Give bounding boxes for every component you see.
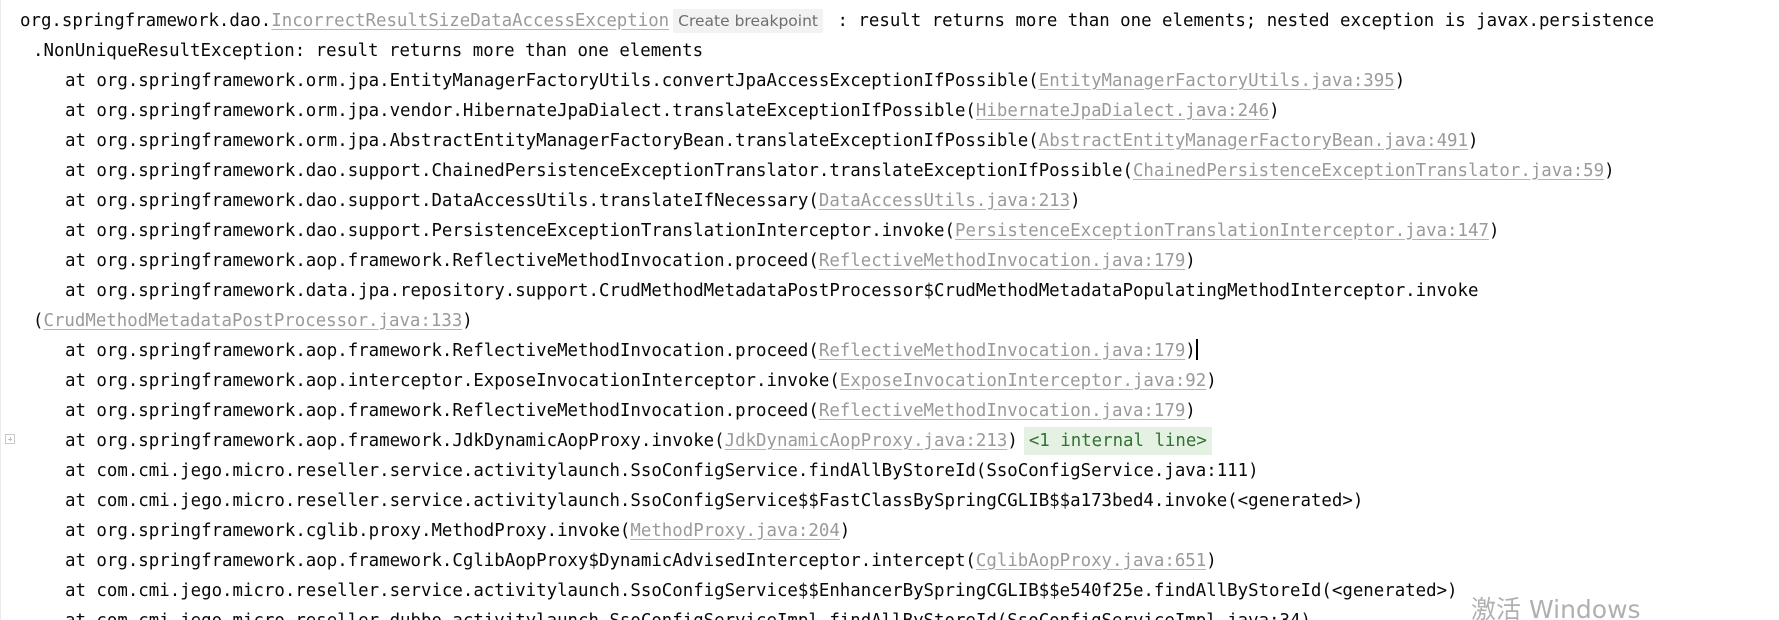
- stack-frame: at com.cmi.jego.micro.reseller.service.a…: [65, 491, 1364, 511]
- source-link[interactable]: AbstractEntityManagerFactoryBean.java:49…: [1039, 131, 1468, 151]
- source-link[interactable]: PersistenceExceptionTranslationIntercept…: [955, 221, 1489, 241]
- source-link[interactable]: MethodProxy.java:204: [630, 521, 839, 541]
- stack-frame: at com.cmi.jego.micro.reseller.dubbo.act…: [65, 606, 1311, 620]
- exception-package: org.springframework.dao.: [20, 11, 272, 31]
- source-link[interactable]: CglibAopProxy.java:651: [976, 551, 1206, 571]
- stack-frame: at org.springframework.aop.framework.Jdk…: [65, 426, 1212, 456]
- windows-activation-watermark: 激活 Windows: [1471, 595, 1641, 620]
- stack-frame-continued: (CrudMethodMetadataPostProcessor.java:13…: [33, 311, 473, 331]
- exception-message-continued: .NonUniqueResultException: result return…: [33, 41, 704, 61]
- source-link[interactable]: ExposeInvocationInterceptor.java:92: [840, 371, 1206, 391]
- stack-frame: at org.springframework.dao.support.DataA…: [65, 191, 1081, 211]
- source-link[interactable]: ReflectiveMethodInvocation.java:179: [819, 401, 1185, 421]
- exception-message: : result returns more than one elements;…: [827, 11, 1655, 31]
- create-breakpoint-button[interactable]: Create breakpoint: [673, 9, 823, 33]
- stack-frame: at org.springframework.aop.framework.Ref…: [65, 339, 1198, 361]
- stack-frame: at com.cmi.jego.micro.reseller.service.a…: [65, 581, 1458, 601]
- source-link[interactable]: JdkDynamicAopProxy.java:213: [725, 431, 1008, 451]
- source-link[interactable]: DataAccessUtils.java:213: [819, 191, 1070, 211]
- console-output[interactable]: org.springframework.dao.IncorrectResultS…: [0, 0, 1779, 620]
- stack-frame: at org.springframework.aop.framework.Cgl…: [65, 551, 1217, 571]
- source-link[interactable]: ReflectiveMethodInvocation.java:179: [819, 341, 1185, 361]
- source-link[interactable]: HibernateJpaDialect.java:246: [976, 101, 1269, 121]
- stack-frame: at org.springframework.orm.jpa.vendor.Hi…: [65, 101, 1280, 121]
- exception-header: org.springframework.dao.IncorrectResultS…: [20, 6, 1654, 36]
- text-cursor: [1195, 339, 1198, 360]
- stack-frame: at org.springframework.dao.support.Persi…: [65, 221, 1500, 241]
- source-link[interactable]: ReflectiveMethodInvocation.java:179: [819, 251, 1185, 271]
- stack-frame: at org.springframework.aop.interceptor.E…: [65, 371, 1217, 391]
- stack-frame: at org.springframework.dao.support.Chain…: [65, 161, 1615, 181]
- source-link[interactable]: EntityManagerFactoryUtils.java:395: [1039, 71, 1395, 91]
- stack-frame: at org.springframework.data.jpa.reposito…: [65, 281, 1479, 301]
- stack-frame: at org.springframework.aop.framework.Ref…: [65, 401, 1196, 421]
- stack-frame: at org.springframework.cglib.proxy.Metho…: [65, 521, 851, 541]
- source-link[interactable]: ChainedPersistenceExceptionTranslator.ja…: [1133, 161, 1604, 181]
- folded-internal-lines[interactable]: <1 internal line>: [1023, 427, 1212, 455]
- stack-frame: at org.springframework.aop.framework.Ref…: [65, 251, 1196, 271]
- stack-frame: at org.springframework.orm.jpa.AbstractE…: [65, 131, 1479, 151]
- source-link[interactable]: CrudMethodMetadataPostProcessor.java:133: [43, 311, 462, 331]
- stack-frame: at org.springframework.orm.jpa.EntityMan…: [65, 71, 1406, 91]
- stack-frame: at com.cmi.jego.micro.reseller.service.a…: [65, 461, 1259, 481]
- exception-class-link[interactable]: IncorrectResultSizeDataAccessException: [271, 11, 669, 31]
- expand-fold-icon[interactable]: [5, 434, 15, 444]
